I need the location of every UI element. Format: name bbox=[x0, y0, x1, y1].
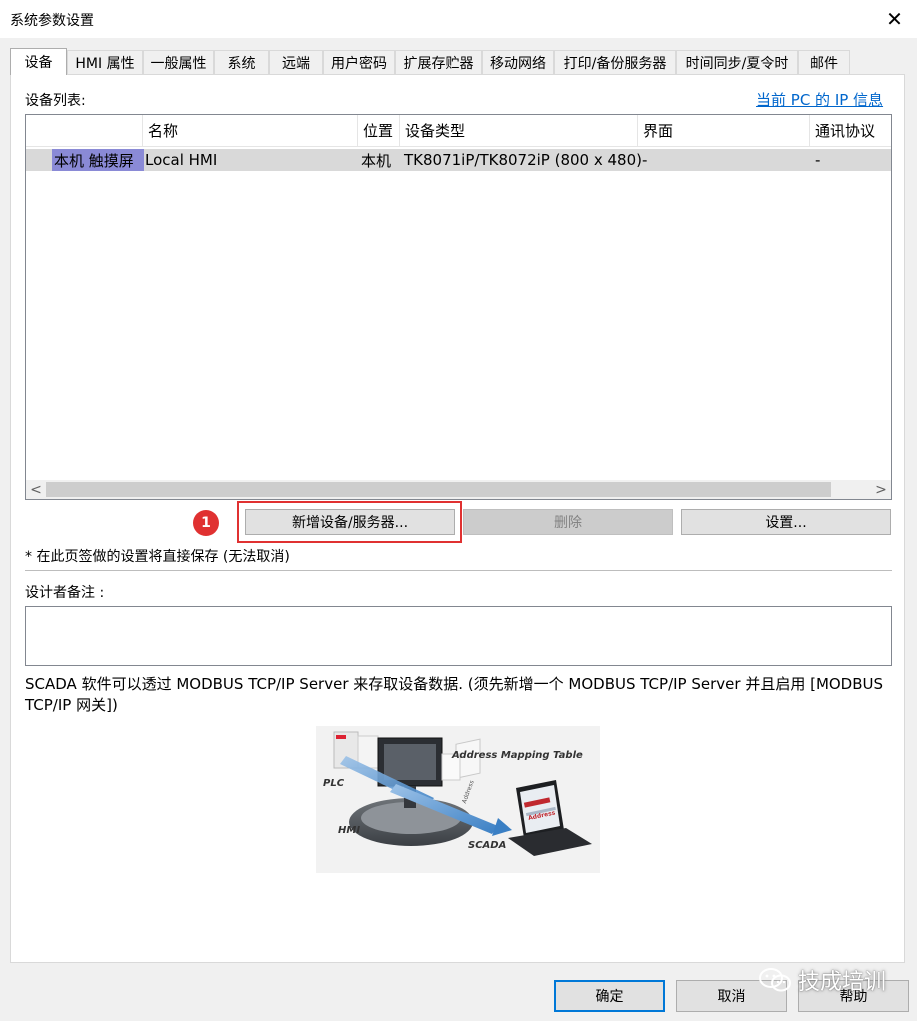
column-header-device-type[interactable]: 设备类型 bbox=[400, 115, 638, 147]
delete-button[interactable]: 删除 bbox=[463, 509, 673, 535]
device-list[interactable]: 名称 位置 设备类型 界面 通讯协议 本机 触摸屏 Local HMI 本机 T… bbox=[25, 114, 892, 500]
modbus-description: SCADA 软件可以透过 MODBUS TCP/IP Server 来存取设备数… bbox=[25, 675, 884, 714]
wechat-watermark: 技成培训 bbox=[758, 964, 886, 996]
column-header-location[interactable]: 位置 bbox=[358, 115, 400, 147]
diagram-title-label: Address Mapping Table bbox=[451, 750, 583, 761]
plc-label: PLC bbox=[323, 778, 345, 789]
ok-button[interactable]: 确定 bbox=[554, 980, 665, 1012]
scroll-left-icon[interactable]: < bbox=[26, 480, 46, 499]
hmi-label: HMI bbox=[338, 825, 360, 836]
tab-general-properties[interactable]: 一般属性 bbox=[143, 50, 214, 74]
settings-button[interactable]: 设置... bbox=[681, 509, 891, 535]
pc-ip-info-link[interactable]: 当前 PC 的 IP 信息 bbox=[756, 89, 883, 110]
device-list-label: 设备列表: bbox=[25, 93, 86, 109]
cell-protocol: - bbox=[815, 151, 821, 169]
column-header-protocol[interactable]: 通讯协议 bbox=[810, 115, 891, 147]
wechat-icon bbox=[759, 968, 791, 992]
tab-time-sync-dst[interactable]: 时间同步/夏令时 bbox=[676, 50, 798, 74]
diagram-illustration: Address Mapping Table PLC HMI SCADA Addr… bbox=[323, 731, 592, 856]
row-header-cell: 本机 触摸屏 bbox=[52, 149, 144, 171]
watermark-text: 技成培训 bbox=[798, 970, 887, 995]
cell-interface: - bbox=[642, 151, 648, 169]
cell-location: 本机 bbox=[361, 151, 392, 170]
tab-device[interactable]: 设备 bbox=[10, 48, 67, 75]
column-header-name[interactable]: 名称 bbox=[143, 115, 358, 147]
cell-device-type: TK8071iP/TK8072iP (800 x 480) bbox=[404, 151, 642, 169]
tab-hmi-properties[interactable]: HMI 属性 bbox=[67, 50, 143, 74]
designer-notes-label: 设计者备注 : bbox=[25, 585, 105, 601]
scada-label: SCADA bbox=[468, 840, 506, 851]
tab-mobile-network[interactable]: 移动网络 bbox=[482, 50, 554, 74]
annotation-highlight-box bbox=[237, 501, 462, 543]
tab-extended-memory[interactable]: 扩展存贮器 bbox=[395, 50, 482, 74]
tab-print-backup-server[interactable]: 打印/备份服务器 bbox=[554, 50, 676, 74]
table-row[interactable]: 本机 触摸屏 Local HMI 本机 TK8071iP/TK8072iP (8… bbox=[26, 149, 891, 171]
divider bbox=[25, 570, 892, 571]
cell-name: Local HMI bbox=[145, 151, 218, 169]
close-icon: ✕ bbox=[886, 7, 903, 31]
tab-remote[interactable]: 远端 bbox=[269, 50, 323, 74]
scrollbar-thumb[interactable] bbox=[46, 482, 831, 497]
tab-system[interactable]: 系统 bbox=[214, 50, 269, 74]
address-card-label: Address bbox=[461, 780, 476, 805]
horizontal-scrollbar[interactable]: < > bbox=[26, 480, 891, 499]
window-title: 系统参数设置 bbox=[10, 13, 94, 29]
tab-email[interactable]: 邮件 bbox=[798, 50, 850, 74]
designer-notes-field[interactable] bbox=[25, 606, 892, 666]
modbus-gateway-diagram: Address Mapping Table PLC HMI SCADA Addr… bbox=[316, 726, 600, 873]
close-button[interactable]: ✕ bbox=[872, 0, 917, 38]
annotation-marker: 1 bbox=[193, 510, 219, 536]
tab-user-password[interactable]: 用户密码 bbox=[323, 50, 395, 74]
column-header-interface[interactable]: 界面 bbox=[638, 115, 810, 147]
scroll-right-icon[interactable]: > bbox=[871, 480, 891, 499]
column-header-row-header bbox=[26, 115, 143, 147]
title-bar: 系统参数设置 ✕ bbox=[0, 0, 917, 38]
autosave-note: * 在此页签做的设置将直接保存 (无法取消) bbox=[25, 549, 290, 565]
